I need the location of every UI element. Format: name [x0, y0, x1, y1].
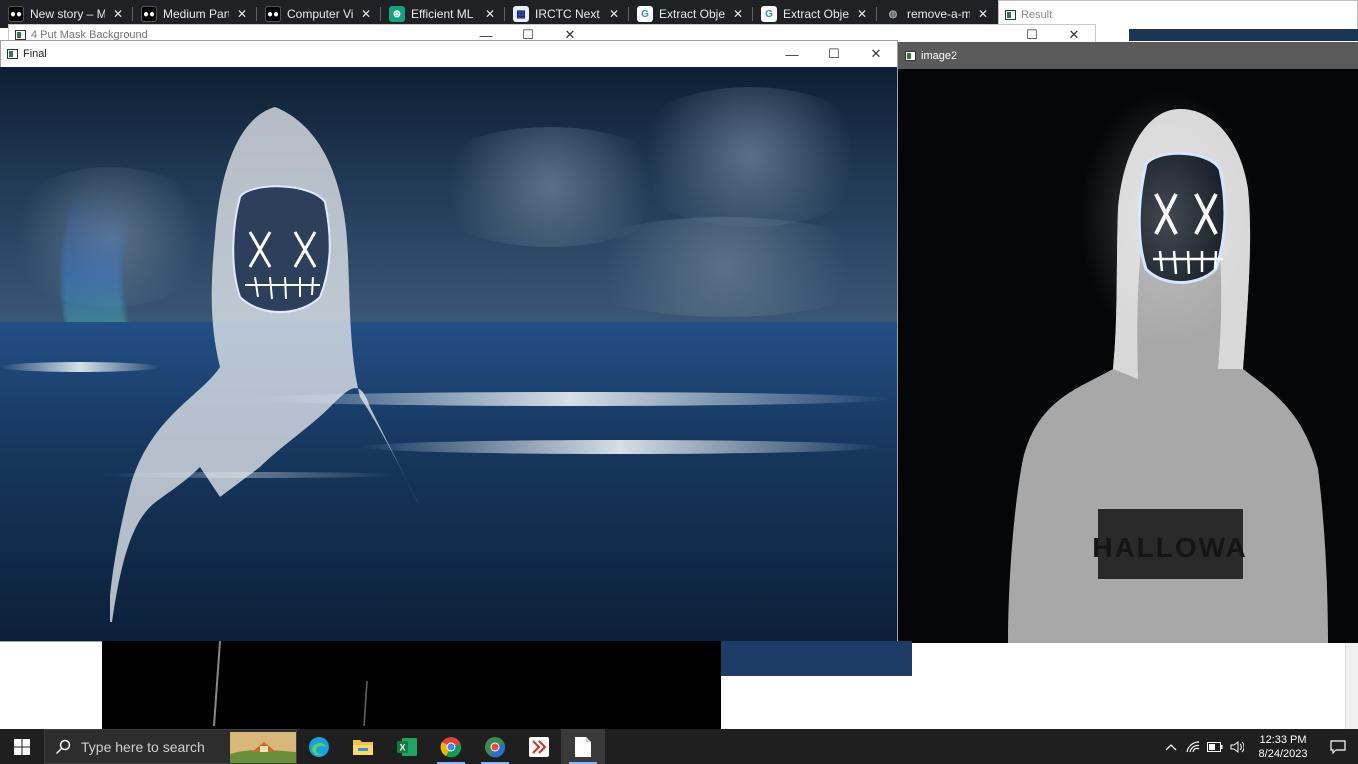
- excel-icon: X: [397, 737, 417, 756]
- wifi-icon[interactable]: [1182, 740, 1204, 753]
- system-tray: 12:33 PM 8/24/2023: [1160, 729, 1358, 764]
- close-icon[interactable]: ✕: [359, 7, 373, 21]
- medium-icon: ●●: [8, 6, 24, 22]
- globe-icon: ◍: [888, 8, 898, 20]
- tab-label: Extract Object: [659, 7, 725, 21]
- clock-time: 12:33 PM: [1259, 733, 1307, 746]
- google-icon: G: [761, 6, 777, 22]
- tab-label: Efficient ML C: [411, 7, 477, 21]
- clock-date: 8/24/2023: [1258, 747, 1308, 760]
- battery-icon[interactable]: [1204, 741, 1226, 752]
- edge-icon: [309, 736, 329, 757]
- result-window-image: [721, 641, 912, 676]
- medium-icon: ●●: [265, 6, 281, 22]
- final-window-titlebar[interactable]: Final — ☐ ✕: [1, 41, 897, 67]
- opencv-window-icon: [905, 51, 916, 61]
- close-icon[interactable]: ✕: [855, 7, 869, 21]
- remote-icon: [529, 736, 549, 757]
- chatgpt-icon: ⊛: [389, 6, 405, 22]
- chrome-beta-button[interactable]: [473, 729, 517, 764]
- taskbar-clock[interactable]: 12:33 PM 8/24/2023: [1248, 733, 1318, 761]
- notification-center-button[interactable]: [1318, 729, 1358, 764]
- tab-label: IRCTC Next Ge: [535, 7, 601, 21]
- close-icon[interactable]: ✕: [731, 7, 745, 21]
- window-title: Result: [1021, 9, 1053, 21]
- file-explorer-icon: [353, 739, 373, 755]
- remote-button[interactable]: [517, 729, 561, 764]
- taskbar-search-box[interactable]: Type here to search: [44, 729, 297, 764]
- tab-label: New story – M: [30, 7, 105, 21]
- tab-label: Extract Object: [783, 7, 849, 21]
- chevron-up-icon[interactable]: [1160, 743, 1182, 751]
- tab-label: remove-a-mar: [907, 7, 970, 21]
- mask-window-image: [102, 640, 721, 729]
- google-icon: G: [637, 6, 653, 22]
- excel-button[interactable]: X: [385, 729, 429, 764]
- minimize-button[interactable]: —: [771, 41, 813, 67]
- start-button[interactable]: [0, 729, 44, 764]
- close-button[interactable]: ✕: [855, 41, 897, 67]
- opencv-window-icon: [7, 49, 18, 59]
- notepad-icon: [575, 736, 591, 757]
- image2-window-titlebar[interactable]: image2: [899, 43, 1357, 69]
- svg-text:X: X: [399, 742, 405, 752]
- search-icon: [55, 739, 71, 754]
- opencv-window-icon: [15, 30, 26, 40]
- close-icon[interactable]: ✕: [976, 7, 990, 21]
- image2-window[interactable]: image2: [898, 42, 1358, 70]
- windows-icon: [14, 738, 30, 755]
- medium-icon: ●●: [141, 6, 157, 22]
- window-title: Final: [23, 48, 47, 60]
- opencv-window-icon: [1005, 10, 1016, 20]
- chrome-button[interactable]: [429, 729, 473, 764]
- close-icon[interactable]: ✕: [483, 7, 497, 21]
- notification-icon: [1330, 739, 1346, 754]
- edge-button[interactable]: [297, 729, 341, 764]
- final-composite-image: [0, 67, 897, 641]
- hooded-figure-image: HALLOWA: [898, 69, 1358, 643]
- irctc-icon: ▦: [513, 6, 529, 22]
- close-icon[interactable]: ✕: [111, 7, 125, 21]
- chrome-icon: [440, 736, 462, 757]
- hooded-figure-overlay: [110, 107, 420, 622]
- chrome-beta-icon: [485, 736, 506, 757]
- tab-label: Computer Visi: [287, 7, 353, 21]
- file-explorer-button[interactable]: [341, 729, 385, 764]
- scrollbar[interactable]: [1345, 643, 1358, 729]
- taskbar: Type here to search X 12:33 PM 8/24/2023: [0, 729, 1358, 764]
- tab-label: Medium Partn: [163, 7, 229, 21]
- maximize-button[interactable]: ☐: [813, 41, 855, 67]
- svg-text:HALLOWA: HALLOWA: [1092, 532, 1248, 563]
- close-icon[interactable]: ✕: [235, 7, 249, 21]
- window-title: image2: [921, 50, 958, 62]
- result-image-strip: [1129, 29, 1358, 41]
- close-icon[interactable]: ✕: [607, 7, 621, 21]
- search-placeholder: Type here to search: [81, 738, 205, 755]
- volume-icon[interactable]: [1226, 740, 1248, 753]
- search-highlight-icon: [230, 732, 296, 763]
- notepad-button[interactable]: [561, 729, 605, 764]
